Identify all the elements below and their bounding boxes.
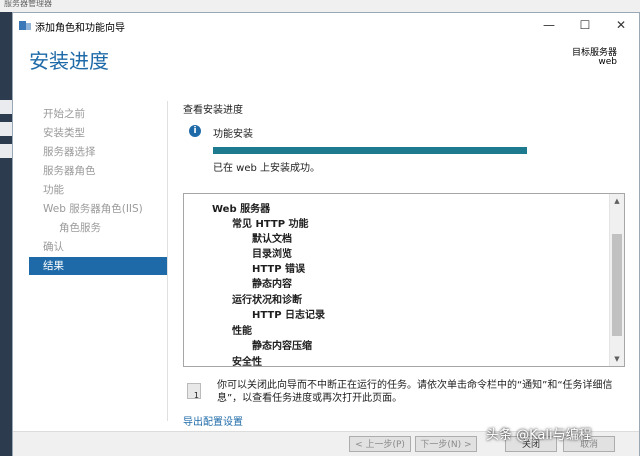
minimize-button[interactable]: — bbox=[531, 13, 567, 37]
close-wizard-note: 你可以关闭此向导而不中断正在运行的任务。请依次单击命令栏中的“通知”和“任务详细… bbox=[217, 380, 613, 404]
previous-button[interactable]: < 上一步(P) bbox=[349, 436, 411, 452]
installation-progress-bar bbox=[213, 147, 527, 154]
step-confirmation[interactable]: 确认 bbox=[29, 238, 167, 256]
section-title: 查看安装进度 bbox=[183, 105, 243, 116]
services-icon bbox=[0, 144, 12, 158]
page-title: 安装进度 bbox=[29, 49, 109, 73]
step-features[interactable]: 功能 bbox=[29, 181, 167, 199]
maximize-button[interactable]: ☐ bbox=[567, 13, 603, 37]
scroll-up-arrow-icon[interactable]: ▲ bbox=[610, 194, 624, 208]
scroll-thumb[interactable] bbox=[612, 234, 622, 336]
result-item: 目录浏览 bbox=[252, 249, 292, 260]
title-bar[interactable]: 添加角色和功能向导 — ☐ ✕ bbox=[13, 13, 639, 37]
dashboard-icon bbox=[0, 100, 12, 114]
nav-divider bbox=[167, 101, 168, 421]
result-item: 安全性 bbox=[232, 357, 262, 367]
result-item: 常见 HTTP 功能 bbox=[232, 219, 309, 230]
progress-fill bbox=[213, 147, 527, 154]
export-configuration-link[interactable]: 导出配置设置 bbox=[183, 413, 243, 428]
success-message: 已在 web 上安装成功。 bbox=[213, 163, 321, 174]
step-results[interactable]: 结果 bbox=[29, 257, 167, 275]
results-scrollbar[interactable]: ▲ ▼ bbox=[609, 194, 624, 366]
wizard-app-icon bbox=[19, 21, 31, 30]
step-server-selection[interactable]: 服务器选择 bbox=[29, 143, 167, 161]
wizard-window: 添加角色和功能向导 — ☐ ✕ 安装进度 目标服务器 web 开始之前 安装类型… bbox=[12, 12, 640, 456]
results-list[interactable]: Web 服务器 常见 HTTP 功能 默认文档 目录浏览 HTTP 错误 静态内… bbox=[183, 193, 625, 367]
server-icon bbox=[0, 122, 12, 136]
result-item: HTTP 日志记录 bbox=[252, 310, 326, 321]
result-item: 默认文档 bbox=[252, 234, 292, 245]
scroll-down-arrow-icon[interactable]: ▼ bbox=[610, 352, 624, 366]
step-installation-type[interactable]: 安装类型 bbox=[29, 124, 167, 142]
result-item: 运行状况和诊断 bbox=[232, 295, 302, 306]
watermark: 头条 @Kali与编程 bbox=[486, 428, 592, 443]
window-title: 添加角色和功能向导 bbox=[35, 23, 125, 34]
result-item: HTTP 错误 bbox=[252, 264, 306, 275]
next-button[interactable]: 下一步(N) > bbox=[415, 436, 477, 452]
result-item: 静态内容 bbox=[252, 279, 292, 290]
background-app-title: 服务器管理器 bbox=[4, 0, 52, 8]
result-item: 静态内容压缩 bbox=[252, 341, 312, 352]
close-window-button[interactable]: ✕ bbox=[603, 13, 639, 37]
result-item: 性能 bbox=[232, 326, 252, 337]
step-web-server-role[interactable]: Web 服务器角色(IIS) bbox=[29, 200, 167, 218]
step-role-services[interactable]: 角色服务 bbox=[29, 219, 167, 237]
feature-installation-label: 功能安装 bbox=[213, 129, 253, 140]
step-before-you-begin[interactable]: 开始之前 bbox=[29, 105, 167, 123]
note-flag-icon: 1 bbox=[187, 383, 201, 400]
background-titlebar: 服务器管理器 bbox=[0, 0, 640, 12]
target-server-name: web bbox=[598, 57, 617, 67]
step-server-roles[interactable]: 服务器角色 bbox=[29, 162, 167, 180]
result-item: Web 服务器 bbox=[212, 204, 271, 215]
info-icon: i bbox=[189, 125, 201, 137]
